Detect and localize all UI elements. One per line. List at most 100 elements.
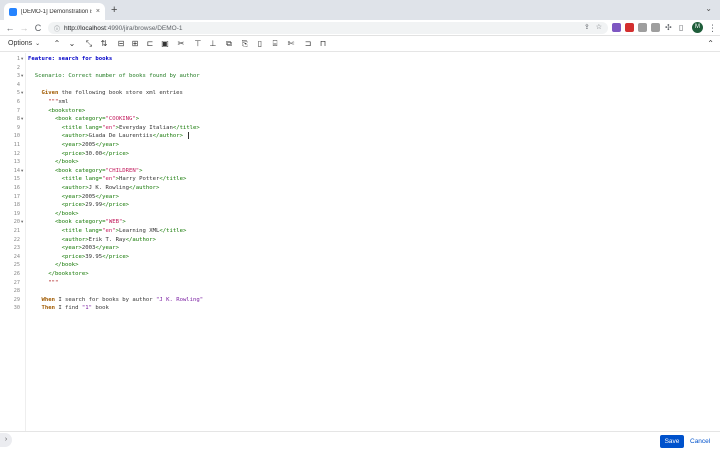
line-number: 2	[16, 64, 20, 71]
line-number: 9	[16, 124, 20, 131]
code-line[interactable]: <book category="CHILDREN">	[28, 167, 143, 176]
code-token: <title lang=	[28, 228, 103, 234]
back-button[interactable]: ←	[4, 21, 16, 35]
code-line[interactable]: <bookstore>	[28, 107, 85, 116]
code-line[interactable]: </book>	[28, 210, 79, 219]
cut-icon[interactable]: ✂	[176, 38, 186, 50]
side-panel-icon[interactable]: ▯	[679, 22, 683, 34]
extension-3-icon[interactable]	[638, 23, 647, 32]
tab-search-icon[interactable]: ⌄	[705, 4, 712, 13]
extension-2-icon[interactable]	[625, 23, 634, 32]
fold-toggle-icon[interactable]: ▾	[21, 167, 23, 176]
table-row-icon[interactable]: ⊏	[145, 38, 155, 50]
code-token: Harry Potter	[118, 176, 160, 183]
code-token: "en"	[102, 176, 116, 183]
code-token: xml	[58, 99, 69, 105]
line-number: 21	[13, 228, 20, 234]
code-line[interactable]: <year>2005</year>	[28, 141, 119, 150]
code-token: </book>	[28, 159, 79, 166]
code-line[interactable]: Then I find "1" book	[28, 304, 109, 313]
collapse-toolbar-icon[interactable]: ⌃	[707, 38, 714, 50]
code-line[interactable]: Feature: search for books	[28, 55, 112, 64]
fold-toggle-icon[interactable]: ▾	[21, 115, 23, 124]
line-number: 7	[16, 107, 20, 114]
move-down-icon[interactable]: ⌄	[67, 38, 77, 50]
code-line[interactable]: <author>J K. Rowling</author>	[28, 184, 160, 193]
clipboard-icon[interactable]: ⌸	[270, 38, 280, 50]
bookmark-star-icon[interactable]: ☆	[596, 22, 602, 34]
save-table-icon[interactable]: ▣	[160, 38, 170, 50]
insert-icon[interactable]: ⊓	[318, 38, 328, 50]
table-icon[interactable]: ⊟	[116, 38, 126, 50]
browser-tab[interactable]: [DEMO-1] Demonstration issu... ×	[4, 3, 105, 20]
extension-1-icon[interactable]	[612, 23, 621, 32]
code-token: 29.99	[85, 202, 103, 209]
code-token: </bookstore>	[28, 271, 89, 277]
profile-avatar[interactable]: M	[692, 22, 703, 33]
fold-toggle-icon[interactable]: ▾	[21, 218, 23, 227]
share-icon[interactable]: ⇪	[584, 22, 590, 34]
format-icon[interactable]: ⊤	[193, 38, 203, 50]
line-number: 25	[13, 262, 20, 269]
editor-footer: Save Cancel	[0, 431, 720, 450]
code-line[interactable]: <price>39.95</price>	[28, 253, 129, 262]
code-line[interactable]: Scenario: Correct number of books found …	[28, 72, 200, 81]
forward-button[interactable]: →	[18, 21, 30, 35]
copy-icon[interactable]: ⧉	[224, 38, 234, 50]
code-line[interactable]: </bookstore>	[28, 270, 89, 279]
extensions-puzzle-icon[interactable]: ✣	[665, 22, 672, 34]
code-token: "J K. Rowling"	[156, 296, 204, 303]
indent-icon[interactable]: ⤡	[84, 38, 94, 50]
move-up-icon[interactable]: ⌃	[52, 38, 62, 50]
code-token: Erik T. Ray	[88, 236, 126, 243]
browser-menu-icon[interactable]: ⋮	[708, 22, 717, 34]
code-token: <price>	[28, 253, 86, 260]
line-number: 20	[13, 219, 20, 226]
code-line[interactable]: </book>	[28, 158, 79, 167]
paste-icon[interactable]: ⎘	[240, 38, 250, 50]
line-number: 28	[13, 288, 20, 295]
code-line[interactable]: <year>2003</year>	[28, 244, 119, 253]
align-icon[interactable]: ⊥	[208, 38, 218, 50]
fold-toggle-icon[interactable]: ▾	[21, 72, 23, 81]
code-editor[interactable]: 1 ▾ 2 3 ▾ 4 5 ▾ 6 7 8 ▾ 9 10 11 12 13 14 ▾ 15 16 17 18 19 20 ▾ 21 2…	[0, 53, 720, 431]
save-button[interactable]: Save	[660, 435, 684, 448]
code-line[interactable]: <title lang="en">Everyday Italian</title…	[28, 124, 200, 133]
code-token: <year>	[28, 193, 82, 200]
code-line[interactable]: <author>Giada De Laurentiis</author>	[28, 132, 189, 141]
extension-4-icon[interactable]	[651, 23, 660, 32]
new-tab-button[interactable]: +	[111, 3, 117, 17]
tab-close-icon[interactable]: ×	[96, 8, 100, 15]
fold-toggle-icon[interactable]: ▾	[21, 89, 23, 98]
bracket-icon[interactable]: ⊐	[303, 38, 313, 50]
line-number: 18	[13, 202, 20, 209]
code-line[interactable]: </book>	[28, 261, 79, 270]
document-icon[interactable]: ▯	[255, 38, 265, 50]
info-icon[interactable]: ⓘ	[54, 24, 60, 33]
sort-icon[interactable]: ⇅	[99, 38, 109, 50]
code-line[interactable]: <title lang="en">Learning XML</title>	[28, 227, 187, 236]
fold-toggle-icon[interactable]: ▾	[21, 55, 23, 64]
code-line[interactable]: <book category="COOKING">	[28, 115, 139, 124]
scissors-icon[interactable]: ✄	[286, 38, 296, 50]
code-line[interactable]: """	[28, 279, 58, 288]
code-line[interactable]: <book category="WEB">	[28, 218, 126, 227]
code-line[interactable]: <year>2005</year>	[28, 193, 119, 202]
line-number: 1	[16, 56, 20, 62]
code-line[interactable]: <price>30.00</price>	[28, 150, 129, 159]
code-token: J K. Rowling	[88, 185, 130, 191]
cancel-button[interactable]: Cancel	[690, 435, 710, 448]
code-line[interactable]: <title lang="en">Harry Potter</title>	[28, 175, 187, 184]
options-dropdown[interactable]: Options ⌄	[8, 38, 40, 50]
code-token: >	[135, 116, 140, 123]
code-line[interactable]: Given the following book store xml entri…	[28, 89, 182, 98]
code-token: book	[92, 305, 109, 312]
table-add-icon[interactable]: ⊞	[130, 38, 140, 50]
code-line[interactable]: <author>Erik T. Ray</author>	[28, 236, 156, 245]
code-token: </year>	[95, 245, 119, 252]
code-line[interactable]: <price>29.99</price>	[28, 201, 129, 210]
code-line[interactable]: """xml	[28, 98, 68, 107]
url-field[interactable]: ⓘ http://localhost:4990/jira/browse/DEMO…	[48, 22, 608, 34]
reload-button[interactable]: C	[32, 21, 44, 35]
code-line[interactable]: When I search for books by author "J K. …	[28, 296, 203, 305]
